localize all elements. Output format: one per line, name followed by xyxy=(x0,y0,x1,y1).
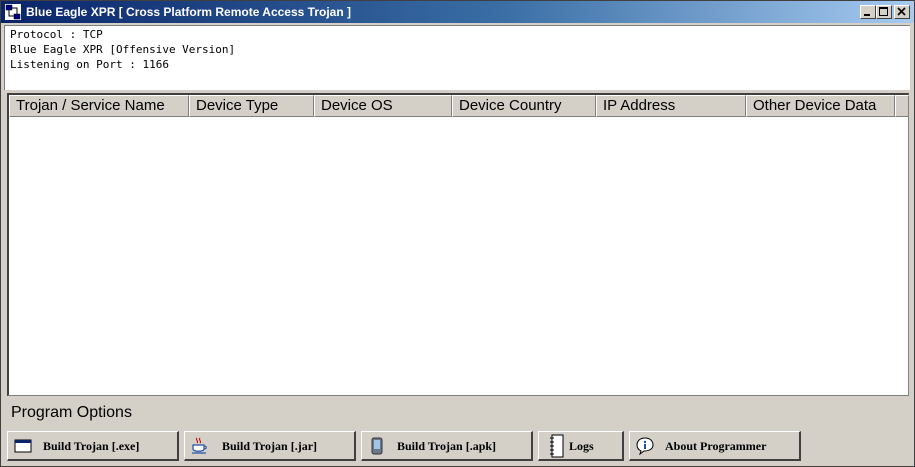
build-exe-button[interactable]: Build Trojan [.exe] xyxy=(7,431,179,461)
column-header-filler xyxy=(895,95,909,117)
close-button[interactable] xyxy=(894,5,910,19)
logs-label: Logs xyxy=(569,439,594,453)
column-header-ip-address[interactable]: IP Address xyxy=(596,95,746,117)
build-apk-button[interactable]: Build Trojan [.apk] xyxy=(361,431,533,461)
column-header-other-device-data[interactable]: Other Device Data xyxy=(746,95,895,117)
logs-button[interactable]: Logs xyxy=(538,431,624,461)
info-icon xyxy=(636,437,654,456)
build-jar-label: Build Trojan [.jar] xyxy=(222,439,318,453)
program-options-label: Program Options xyxy=(11,404,132,421)
minimize-button[interactable] xyxy=(860,5,876,19)
connections-table[interactable]: Trojan / Service Name Device Type Device… xyxy=(7,93,909,396)
window-title: Blue Eagle XPR [ Cross Platform Remote A… xyxy=(26,5,351,19)
app-network-icon xyxy=(5,4,21,20)
main-window: Blue Eagle XPR [ Cross Platform Remote A… xyxy=(0,0,915,467)
status-info-panel: Protocol : TCP Blue Eagle XPR [Offensive… xyxy=(4,25,910,90)
protocol-text: Protocol : TCP xyxy=(10,28,103,41)
title-bar[interactable]: Blue Eagle XPR [ Cross Platform Remote A… xyxy=(1,1,914,23)
window-exe-icon xyxy=(14,437,32,455)
version-text: Blue Eagle XPR [Offensive Version] xyxy=(10,43,236,56)
notebook-icon xyxy=(549,434,567,458)
build-exe-label: Build Trojan [.exe] xyxy=(43,439,140,453)
build-jar-button[interactable]: Build Trojan [.jar] xyxy=(184,431,356,461)
phone-icon xyxy=(368,437,386,455)
about-programmer-label: About Programmer xyxy=(665,439,767,453)
build-apk-label: Build Trojan [.apk] xyxy=(397,439,497,453)
listening-port-text: Listening on Port : 1166 xyxy=(10,58,169,71)
column-header-device-type[interactable]: Device Type xyxy=(189,95,314,117)
column-header-service-name[interactable]: Trojan / Service Name xyxy=(9,95,189,117)
about-programmer-button[interactable]: About Programmer xyxy=(629,431,801,461)
column-header-device-os[interactable]: Device OS xyxy=(314,95,452,117)
maximize-button[interactable] xyxy=(876,5,892,19)
column-header-device-country[interactable]: Device Country xyxy=(452,95,596,117)
java-cup-icon xyxy=(191,437,209,455)
